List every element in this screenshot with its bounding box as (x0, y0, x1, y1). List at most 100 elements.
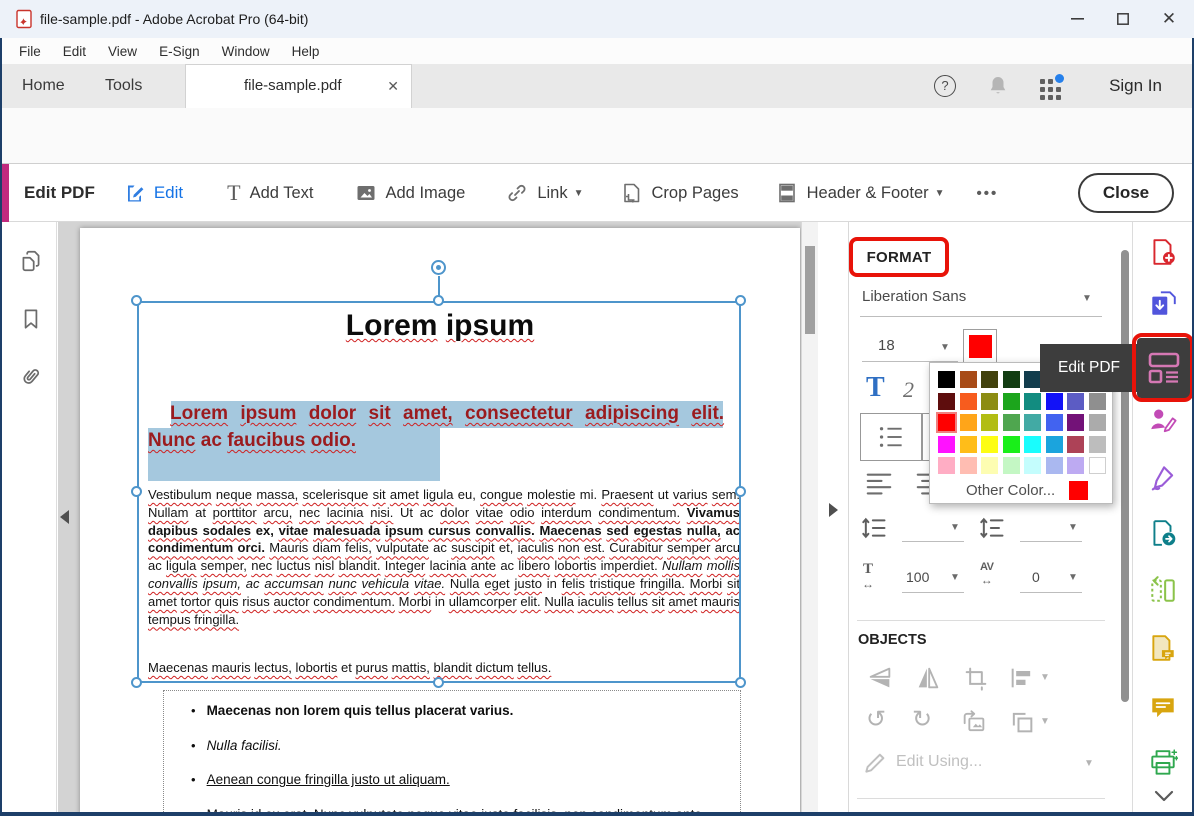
color-swatch[interactable] (1046, 393, 1063, 410)
flip-horizontal-icon[interactable] (914, 664, 942, 692)
paragraph-spacing-icon[interactable] (978, 514, 1006, 542)
minimize-button[interactable] (1054, 0, 1100, 38)
crop-object-icon[interactable] (962, 664, 990, 692)
color-swatch[interactable] (960, 393, 977, 410)
horizontal-scale-value[interactable]: 100 (906, 569, 929, 585)
menu-item-view[interactable]: View (99, 41, 146, 62)
menu-item-help[interactable]: Help (283, 41, 329, 62)
color-swatch[interactable] (960, 371, 977, 388)
font-family-chevron[interactable]: ▼ (1082, 293, 1092, 304)
help-icon[interactable]: ? (934, 75, 956, 97)
review-document-icon[interactable] (1148, 633, 1178, 663)
color-swatch[interactable] (938, 371, 955, 388)
close-edit-button[interactable]: Close (1078, 173, 1174, 213)
send-pdf-icon[interactable] (1148, 518, 1178, 548)
organize-pages-icon[interactable] (1148, 575, 1178, 605)
menu-item-window[interactable]: Window (213, 41, 279, 62)
menu-item-edit[interactable]: Edit (54, 41, 95, 62)
color-swatch[interactable] (1046, 414, 1063, 431)
character-spacing-icon[interactable]: AV↔ (980, 562, 993, 586)
color-swatch[interactable] (981, 371, 998, 388)
attachments-icon[interactable] (18, 362, 44, 388)
flip-vertical-icon[interactable] (866, 664, 894, 692)
edit-using-select[interactable]: Edit Using... (896, 753, 982, 771)
color-swatch[interactable] (960, 457, 977, 474)
link-dropdown-chevron[interactable]: ▼ (574, 188, 584, 199)
align-objects-icon[interactable] (1008, 664, 1036, 692)
request-signatures-icon[interactable] (1148, 405, 1178, 435)
color-swatch[interactable] (1024, 371, 1041, 388)
color-swatch[interactable] (1003, 414, 1020, 431)
color-swatch[interactable] (1067, 414, 1084, 431)
close-window-button[interactable]: ✕ (1146, 0, 1192, 38)
more-tools-chevron-icon[interactable] (1152, 788, 1176, 804)
color-swatch[interactable] (981, 393, 998, 410)
add-text-icon[interactable]: T (227, 180, 240, 206)
crop-pages-icon[interactable] (620, 181, 644, 205)
menu-item-file[interactable]: File (10, 41, 50, 62)
bullet-list-dropdown[interactable] (860, 413, 922, 461)
color-swatch[interactable] (1067, 457, 1084, 474)
color-swatch[interactable] (981, 436, 998, 453)
resize-handle-n[interactable] (433, 295, 444, 306)
color-swatch[interactable] (1067, 393, 1084, 410)
edit-button[interactable]: Edit (154, 183, 183, 203)
color-swatch[interactable] (1089, 414, 1106, 431)
replace-image-icon[interactable] (960, 708, 988, 736)
expand-right-panel-icon[interactable] (829, 503, 838, 517)
character-spacing-value[interactable]: 0 (1032, 569, 1040, 585)
horizontal-scale-chevron[interactable]: ▼ (950, 572, 960, 583)
create-pdf-icon[interactable] (1148, 237, 1178, 267)
color-swatch[interactable] (1003, 393, 1020, 410)
add-image-button[interactable]: Add Image (386, 184, 466, 203)
resize-handle-se[interactable] (735, 677, 746, 688)
header-footer-button[interactable]: Header & Footer (807, 184, 929, 203)
panel-scrollbar-thumb[interactable] (1121, 250, 1129, 702)
color-swatch[interactable] (1089, 393, 1106, 410)
color-swatch[interactable] (1024, 414, 1041, 431)
color-swatch[interactable] (1024, 393, 1041, 410)
text-box-selection-frame[interactable] (137, 301, 741, 683)
color-swatch[interactable] (1003, 436, 1020, 453)
font-size-chevron[interactable]: ▼ (940, 342, 950, 353)
document-scrollbar[interactable] (801, 222, 818, 814)
superscript-icon[interactable]: 2 (903, 377, 914, 403)
color-swatch[interactable] (960, 436, 977, 453)
color-swatch[interactable] (1046, 436, 1063, 453)
link-button[interactable]: Link (537, 184, 567, 203)
header-footer-dropdown-chevron[interactable]: ▼ (935, 188, 945, 199)
header-footer-icon[interactable] (775, 181, 799, 205)
export-pdf-icon[interactable] (1148, 288, 1178, 318)
color-swatch[interactable] (938, 457, 955, 474)
document-tab[interactable]: file-sample.pdf ✕ (185, 64, 412, 108)
scrollbar-thumb[interactable] (805, 246, 815, 334)
color-swatch[interactable] (938, 436, 955, 453)
maximize-button[interactable] (1100, 0, 1146, 38)
editbar-more-icon[interactable]: ••• (977, 185, 999, 202)
menu-item-esign[interactable]: E-Sign (150, 41, 209, 62)
color-swatch[interactable] (1067, 436, 1084, 453)
color-swatch[interactable] (981, 457, 998, 474)
add-text-button[interactable]: Add Text (250, 184, 314, 203)
horizontal-scale-icon[interactable]: T↔ (862, 562, 874, 590)
collapse-left-panel-icon[interactable] (60, 510, 69, 524)
print-production-icon[interactable] (1148, 748, 1178, 778)
close-tab-icon[interactable]: ✕ (387, 65, 399, 107)
arrange-objects-chevron[interactable]: ▼ (1040, 716, 1050, 727)
text-color-T-icon[interactable]: T (866, 372, 885, 404)
arrange-objects-icon[interactable] (1008, 708, 1036, 736)
color-swatch[interactable] (1024, 457, 1041, 474)
font-family-select[interactable]: Liberation Sans (862, 288, 966, 305)
tab-tools[interactable]: Tools (105, 64, 142, 108)
line-spacing-icon[interactable] (860, 514, 888, 542)
resize-handle-w[interactable] (131, 486, 142, 497)
rotate-clockwise-icon[interactable]: ↻ (912, 708, 932, 732)
color-swatch[interactable] (1089, 436, 1106, 453)
edit-using-chevron[interactable]: ▼ (1084, 758, 1094, 769)
color-swatch[interactable] (981, 414, 998, 431)
color-swatch[interactable] (938, 393, 955, 410)
align-left-icon[interactable] (864, 470, 894, 498)
line-spacing-chevron[interactable]: ▼ (950, 522, 960, 533)
other-color-button[interactable]: Other Color... (966, 482, 1055, 499)
app-grid-icon[interactable] (1040, 76, 1066, 98)
